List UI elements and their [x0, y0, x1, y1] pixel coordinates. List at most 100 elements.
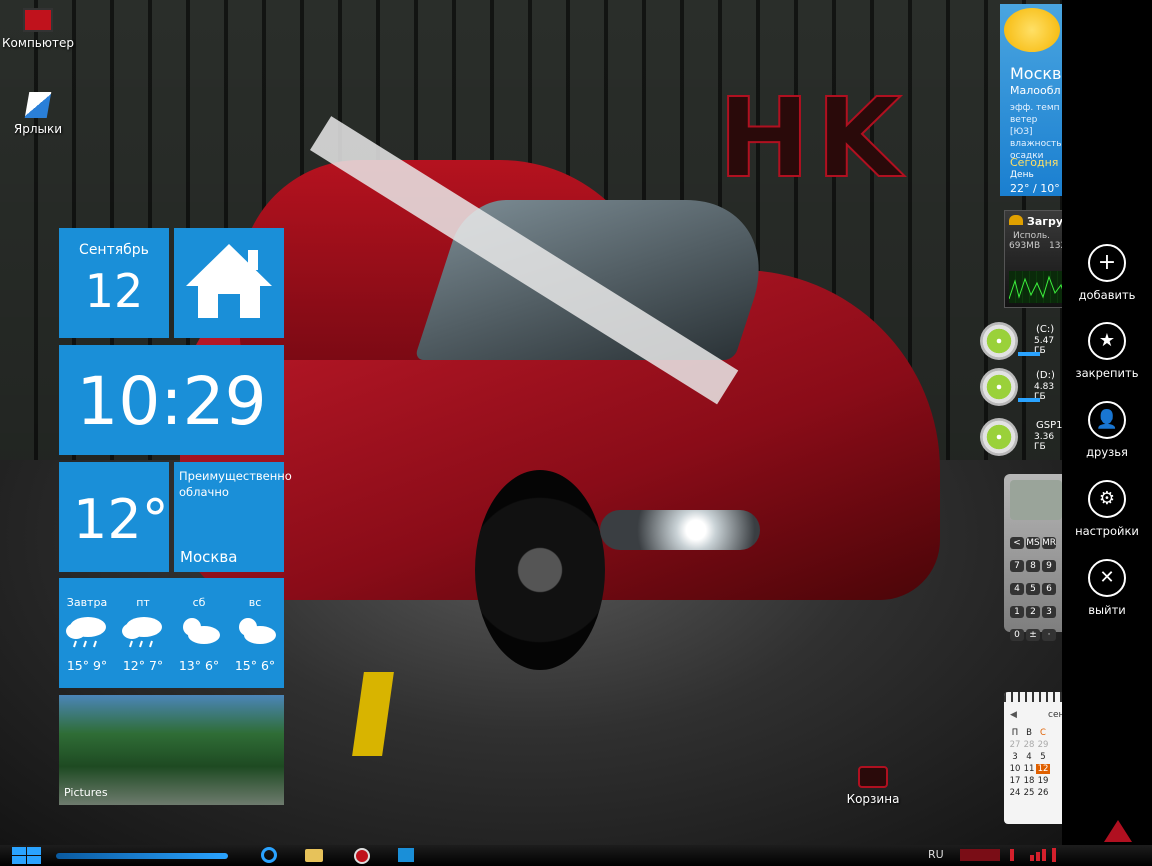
forecast-temps: 15° 6° — [234, 658, 276, 673]
calculator-key[interactable]: 0 — [1010, 629, 1024, 641]
calendar-day[interactable]: 4 — [1022, 752, 1036, 762]
forecast-day-name: пт — [136, 596, 150, 609]
charm-label: добавить — [1078, 288, 1136, 302]
taskbar-app-home[interactable] — [395, 846, 417, 864]
calendar-day-today[interactable]: 12 — [1036, 764, 1050, 774]
calculator-key[interactable]: 3 — [1042, 606, 1056, 618]
calculator-key[interactable]: 6 — [1042, 583, 1056, 595]
calendar-day[interactable]: 29 — [1036, 740, 1050, 750]
tray-shield-icon[interactable] — [1010, 849, 1014, 861]
gadget-calculator[interactable]: < MS MR 7 8 9 4 5 6 1 2 3 0 ± · — [1004, 474, 1062, 641]
calendar-weekday: В — [1026, 728, 1032, 738]
calendar-week: 345 — [1008, 752, 1062, 764]
gadget-drive[interactable]: GSP1I 3.36 ГБ — [978, 416, 1065, 460]
monitor-icon — [23, 8, 53, 32]
forecast-temps: 12° 7° — [122, 658, 164, 673]
gadget-cpu-label: Исполь. — [1013, 231, 1050, 241]
calendar-day[interactable]: 17 — [1008, 776, 1022, 786]
tile-clock-time: 10:29 — [76, 363, 267, 440]
tile-date[interactable]: Сентябрь 12 — [59, 228, 169, 338]
charm-settings[interactable]: ⚙ настройки — [1062, 480, 1152, 538]
calculator-key[interactable]: 9 — [1042, 560, 1056, 572]
gadget-cpu-title: Загруз — [1027, 215, 1064, 228]
gadget-weather-line: влажность — [1010, 139, 1062, 149]
taskbar-app-explorer[interactable] — [303, 846, 325, 864]
calculator-key[interactable]: MS — [1026, 537, 1040, 549]
calculator-key[interactable]: 4 — [1010, 583, 1024, 595]
gadget-weather[interactable]: Москв Малообл эфф. темп ветер [ЮЗ] влажн… — [1000, 4, 1062, 196]
calculator-key[interactable]: 8 — [1026, 560, 1040, 572]
tile-date-day: 12 — [84, 264, 144, 318]
gadget-calendar[interactable]: ◀ сен ПВС 27 28 29 345 10 11 12 17 18 19 24 25 2… — [1004, 692, 1062, 824]
taskbar-app-media[interactable] — [350, 846, 372, 864]
calendar-rings — [1004, 692, 1062, 702]
meter-icon — [1009, 215, 1023, 225]
calendar-day[interactable]: 26 — [1036, 788, 1050, 798]
disk-icon — [980, 368, 1018, 406]
calendar-day[interactable]: 28 — [1022, 740, 1036, 750]
calculator-key[interactable]: 1 — [1010, 606, 1024, 618]
gadget-weather-info: эфф. темп ветер [ЮЗ] влажность осадки — [1010, 102, 1062, 162]
calculator-key[interactable]: MR — [1042, 537, 1056, 549]
gadget-drive[interactable]: (D:) 4.83 ГБ — [978, 366, 1062, 410]
calendar-day[interactable]: 11 — [1022, 764, 1036, 774]
charm-label: настройки — [1075, 524, 1139, 538]
home-icon — [186, 244, 272, 318]
calculator-key[interactable]: · — [1042, 629, 1056, 641]
gadget-weather-line: эфф. темп — [1010, 103, 1060, 113]
gadget-cpu-value: 693MB — [1009, 241, 1041, 251]
calendar-day[interactable]: 24 — [1008, 788, 1022, 798]
taskbar-app-ie[interactable] — [258, 846, 280, 864]
calculator-key[interactable]: 7 — [1010, 560, 1024, 572]
tile-clock[interactable]: 10:29 — [59, 345, 284, 455]
calendar-day[interactable]: 25 — [1022, 788, 1036, 798]
drive-usage-bar — [1018, 352, 1040, 356]
charm-exit[interactable]: ✕ выйти — [1062, 559, 1152, 617]
person-icon: 👤 — [1088, 401, 1126, 439]
volume-icon[interactable] — [1052, 848, 1056, 862]
desktop-icon-label: Корзина — [846, 792, 900, 806]
calendar-day[interactable]: 27 — [1008, 740, 1022, 750]
desktop-icon-label: Компьютер — [2, 36, 74, 50]
gadget-weather-range: 22° / 10° — [1010, 182, 1060, 195]
calendar-day[interactable]: 19 — [1036, 776, 1050, 786]
desktop-icon-label: Ярлыки — [13, 122, 63, 136]
charm-label: закрепить — [1075, 366, 1139, 380]
chevron-left-icon[interactable]: ◀ — [1010, 710, 1017, 720]
calculator-key[interactable]: < — [1010, 537, 1024, 549]
tile-weather-condition[interactable]: Преимущественно облачно Москва — [174, 462, 292, 572]
desktop-icon-shortcuts[interactable]: Ярлыки — [2, 92, 74, 136]
media-player-icon — [354, 848, 370, 864]
tile-forecast[interactable]: Завтра 15° 9° пт 12° 7° сб 13° 6° вс 15°… — [59, 578, 284, 688]
charm-add[interactable]: + добавить — [1062, 244, 1152, 302]
calendar-day[interactable]: 18 — [1022, 776, 1036, 786]
tile-home[interactable] — [174, 228, 284, 338]
folder-icon — [305, 849, 323, 862]
calendar-week: 10 11 12 — [1008, 764, 1062, 776]
charm-friends[interactable]: 👤 друзья — [1062, 401, 1152, 459]
start-button[interactable] — [10, 847, 42, 865]
charm-pin[interactable]: ★ закрепить — [1062, 322, 1152, 380]
tile-pictures[interactable]: Pictures — [59, 695, 284, 805]
desktop-icon-computer[interactable]: Компьютер — [2, 8, 74, 50]
calculator-key[interactable]: 2 — [1026, 606, 1040, 618]
gadget-drive[interactable]: (C:) 5.47 ГБ — [978, 320, 1062, 364]
desktop-icon-recycle-bin[interactable]: Корзина — [838, 766, 908, 806]
calendar-day[interactable]: 5 — [1036, 752, 1050, 762]
calculator-key[interactable]: 5 — [1026, 583, 1040, 595]
forecast-day-name: сб — [192, 596, 206, 609]
gadget-cpu-graph — [1008, 271, 1063, 303]
tray-widget[interactable] — [960, 849, 1000, 861]
calendar-day[interactable]: 3 — [1008, 752, 1022, 762]
gadget-cpu-meter[interactable]: Загруз Исполь. 693MB 132 — [1004, 210, 1064, 308]
tile-weather-city: Москва — [180, 548, 238, 566]
site-logo-icon — [1104, 820, 1132, 842]
tile-weather-temp[interactable]: 12° — [59, 462, 169, 572]
forecast-temps: 15° 9° — [66, 658, 108, 673]
shortcuts-folder-icon — [24, 92, 52, 118]
language-indicator[interactable]: RU — [928, 848, 944, 861]
calculator-key[interactable]: ± — [1026, 629, 1040, 641]
forecast-day-name: вс — [248, 596, 262, 609]
calendar-day[interactable]: 10 — [1008, 764, 1022, 774]
drive-size: 3.36 ГБ — [1034, 432, 1055, 452]
